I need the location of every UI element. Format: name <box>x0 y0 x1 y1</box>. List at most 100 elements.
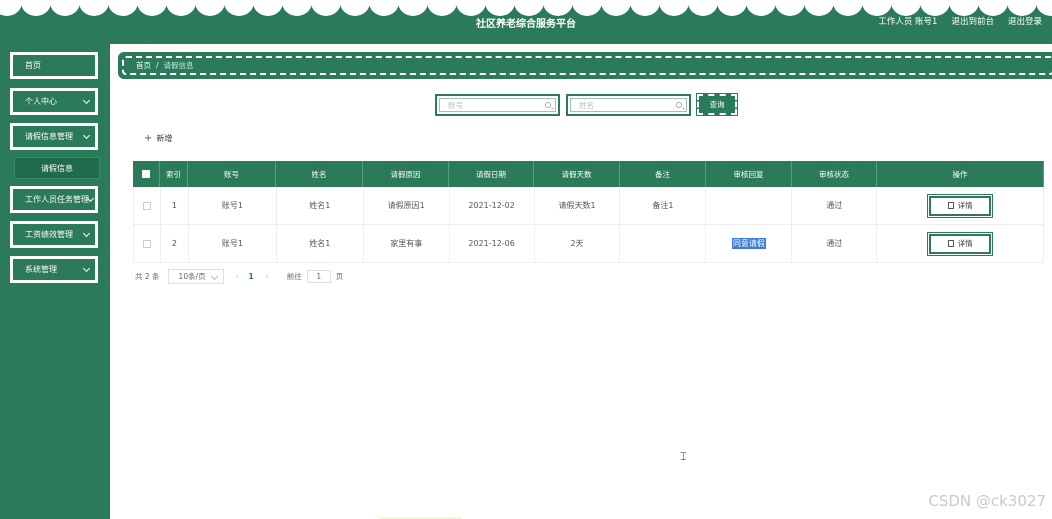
select-all-checkbox[interactable] <box>142 170 150 178</box>
sidebar-item-personal-center[interactable]: 个人中心 <box>10 88 98 115</box>
cell-reason: 家里有事 <box>364 225 450 262</box>
sidebar-subitem-label: 请假信息 <box>41 163 73 173</box>
search-icon <box>676 102 682 108</box>
cell-remark <box>620 225 707 262</box>
chevron-down-icon <box>82 264 91 273</box>
scallop-shape <box>137 0 167 16</box>
scallop-shape <box>514 0 544 16</box>
sidebar-item-salary-performance[interactable]: 工资绩效管理 <box>10 221 98 248</box>
back-to-front-link[interactable]: 退出到前台 <box>951 15 994 27</box>
next-page-button[interactable]: › <box>266 272 269 281</box>
scallop-shape <box>427 0 457 16</box>
page-size-value: 10条/页 <box>178 272 206 281</box>
name-search-field <box>566 94 691 116</box>
sidebar-item-label: 个人中心 <box>25 97 57 106</box>
column-header: 请假日期 <box>449 161 534 187</box>
scallop-shape <box>775 0 805 16</box>
watermark: CSDN @ck3027 <box>928 492 1046 510</box>
scallop-shape <box>804 0 834 16</box>
row-select-cell <box>134 187 161 224</box>
document-icon <box>947 240 954 247</box>
scallop-shape <box>21 0 51 16</box>
search-icon <box>545 102 551 108</box>
pagination-total: 共 2 条 <box>135 272 160 281</box>
selected-reply-text: 同意请假 <box>731 238 766 249</box>
scallop-shape <box>253 0 283 16</box>
column-header: 备注 <box>620 161 706 187</box>
cell-reply <box>706 187 793 224</box>
cell-name: 姓名1 <box>277 225 364 262</box>
table-row: 1 账号1 姓名1 请假原因1 2021-12-02 请假天数1 备注1 通过 … <box>133 187 1044 225</box>
detail-button[interactable]: 详情 <box>927 193 994 218</box>
breadcrumb-home[interactable]: 首页 <box>136 60 151 71</box>
row-select-cell <box>134 225 161 262</box>
detail-button[interactable]: 详情 <box>927 231 994 256</box>
breadcrumb-separator: / <box>156 61 159 70</box>
account-search-field <box>435 94 560 116</box>
row-checkbox[interactable] <box>142 239 151 248</box>
scallop-shape <box>369 0 399 16</box>
sidebar-item-home[interactable]: 首页 <box>10 52 98 79</box>
goto-page-input[interactable]: 1 <box>306 270 331 283</box>
goto-unit: 页 <box>335 272 344 281</box>
add-button[interactable]: + 新增 <box>144 133 172 144</box>
cell-status: 通过 <box>792 225 878 262</box>
scallop-shape <box>833 0 863 16</box>
scallop-shape <box>920 0 950 16</box>
account-search-input[interactable] <box>439 98 556 112</box>
breadcrumb-inner: 首页 / 请假信息 <box>122 56 1052 75</box>
scallop-shape <box>50 0 80 16</box>
breadcrumb-current: 请假信息 <box>163 61 194 70</box>
sidebar: 首页 个人中心 请假信息管理 请假信息 工作人员任务管理 工资绩效管理 系统管理 <box>0 44 110 519</box>
cell-actions: 详情 <box>877 187 1044 224</box>
scallop-shape <box>1036 0 1052 16</box>
column-header: 账号 <box>188 161 276 187</box>
column-header: 操作 <box>877 161 1044 187</box>
row-checkbox[interactable] <box>142 201 151 210</box>
page-size-select[interactable]: 10条/页 <box>167 269 224 284</box>
cell-reason: 请假原因1 <box>364 187 450 224</box>
sidebar-item-staff-tasks[interactable]: 工作人员任务管理 <box>10 186 98 213</box>
scallop-shape <box>224 0 254 16</box>
scallop-shape <box>688 0 718 16</box>
table-header: 索引 账号 姓名 请假原因 请假日期 请假天数 备注 审核回复 审核状态 操作 <box>133 161 1044 187</box>
cell-date: 2021-12-02 <box>450 187 535 224</box>
sidebar-item-system-management[interactable]: 系统管理 <box>10 256 98 283</box>
page-number-current[interactable]: 1 <box>249 272 254 281</box>
cell-index: 2 <box>161 225 189 262</box>
scallop-shape <box>79 0 109 16</box>
scallop-shape <box>862 0 892 16</box>
scallop-shape <box>1007 0 1037 16</box>
select-all-cell <box>133 161 160 187</box>
logout-link[interactable]: 退出登录 <box>1008 15 1042 27</box>
header-actions: 工作人员 账号1 退出到前台 退出登录 <box>878 15 1042 27</box>
column-header: 姓名 <box>276 161 363 187</box>
table-row: 2 账号1 姓名1 家里有事 2021-12-06 2天 同意请假 通过 详情 <box>133 225 1044 263</box>
cell-status: 通过 <box>792 187 878 224</box>
document-icon <box>947 202 954 209</box>
column-header: 索引 <box>160 161 188 187</box>
cell-index: 1 <box>161 187 189 224</box>
plus-icon: + <box>144 133 153 144</box>
sidebar-subitem-leave-info[interactable]: 请假信息 <box>14 157 100 179</box>
scallop-shape <box>891 0 921 16</box>
goto-label: 前往 <box>286 272 302 281</box>
sidebar-item-leave-management[interactable]: 请假信息管理 <box>10 123 98 150</box>
detail-button-label: 详情 <box>957 201 973 210</box>
prev-page-button[interactable]: ‹ <box>236 272 239 281</box>
cell-date: 2021-12-06 <box>450 225 535 262</box>
header-scallop-decoration <box>0 0 1052 16</box>
sidebar-item-label: 请假信息管理 <box>25 132 73 141</box>
column-header: 请假天数 <box>534 161 620 187</box>
column-header: 请假原因 <box>363 161 449 187</box>
scallop-shape <box>601 0 631 16</box>
sidebar-item-label: 首页 <box>25 61 41 70</box>
scallop-shape <box>630 0 660 16</box>
scallop-shape <box>717 0 747 16</box>
column-header: 审核状态 <box>792 161 877 187</box>
leave-table: 索引 账号 姓名 请假原因 请假日期 请假天数 备注 审核回复 审核状态 操作 … <box>133 161 1044 263</box>
name-search-input[interactable] <box>570 98 687 112</box>
query-button[interactable]: 查询 <box>696 93 738 116</box>
pagination: 共 2 条 10条/页 ‹ 1 › 前往 1 页 <box>135 269 343 284</box>
scallop-shape <box>311 0 341 16</box>
